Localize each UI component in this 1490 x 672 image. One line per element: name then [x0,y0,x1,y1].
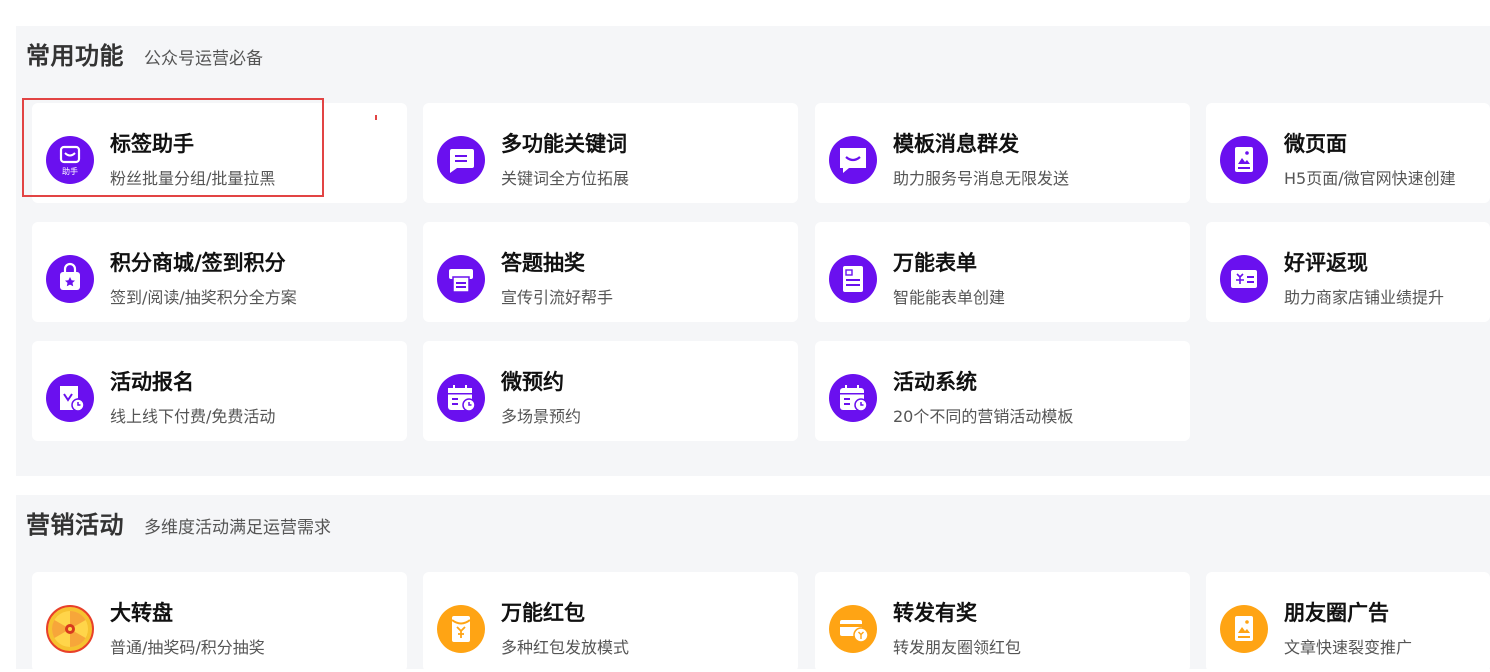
card-event-system[interactable]: 活动系统 20个不同的营销活动模板 [815,341,1190,441]
card-title: 微页面 [1284,132,1347,156]
card-quiz-lottery[interactable]: 答题抽奖 宣传引流好帮手 [423,222,798,322]
page-image-icon [1220,136,1268,184]
card-title: 微预约 [501,370,564,394]
card-desc: 多种红包发放模式 [501,638,630,657]
card-desc: 普通/抽奖码/积分抽奖 [110,638,265,657]
card-desc: 20个不同的营销活动模板 [893,407,1074,426]
section-title: 常用功能 [26,42,124,70]
chat-keyword-icon [437,136,485,184]
card-event-signup[interactable]: 活动报名 线上线下付费/免费活动 [32,341,407,441]
section-subtitle: 公众号运营必备 [144,49,263,69]
card-title: 答题抽奖 [501,251,585,275]
card-micro-page[interactable]: 微页面 H5页面/微官网快速创建 [1206,103,1490,203]
card-desc: H5页面/微官网快速创建 [1284,169,1456,188]
card-review-cashback[interactable]: 好评返现 助力商家店铺业绩提升 [1206,222,1490,322]
section-header: 营销活动 多维度活动满足运营需求 [26,505,331,539]
svg-text:助手: 助手 [62,166,78,176]
card-desc: 关键词全方位拓展 [501,169,630,188]
card-title: 大转盘 [110,601,173,625]
page-image-icon [1220,605,1268,653]
card-desc: 转发朋友圈领红包 [893,638,1022,657]
section-title: 营销活动 [26,511,124,539]
card-title: 万能红包 [501,601,585,625]
card-desc: 文章快速裂变推广 [1284,638,1413,657]
card-moments-ad[interactable]: 朋友圈广告 文章快速裂变推广 [1206,572,1490,672]
card-title: 模板消息群发 [893,132,1019,156]
shopping-bag-star-icon [46,255,94,303]
card-desc: 助力服务号消息无限发送 [893,169,1070,188]
card-desc: 智能能表单创建 [893,288,1006,307]
card-title: 多功能关键词 [501,132,627,156]
card-title: 朋友圈广告 [1284,601,1389,625]
card-desc: 线上线下付费/免费活动 [110,407,276,426]
card-title: 转发有奖 [893,601,977,625]
card-points-mall[interactable]: 积分商城/签到积分 签到/阅读/抽奖积分全方案 [32,222,407,322]
message-smile-icon [829,136,877,184]
card-title: 积分商城/签到积分 [110,251,286,275]
section-header: 常用功能 公众号运营必备 [26,36,263,70]
card-universal-form[interactable]: 万能表单 智能能表单创建 [815,222,1190,322]
card-multi-keyword[interactable]: 多功能关键词 关键词全方位拓展 [423,103,798,203]
card-micro-booking[interactable]: 微预约 多场景预约 [423,341,798,441]
card-title: 万能表单 [893,251,977,275]
card-title: 活动报名 [110,370,194,394]
signup-clock-icon [46,374,94,422]
card-desc: 宣传引流好帮手 [501,288,614,307]
card-desc: 粉丝批量分组/批量拉黑 [110,169,276,188]
red-envelope-yen-icon [437,605,485,653]
tag-helper-icon: 助手 [46,136,94,184]
card-universal-red-packet[interactable]: 万能红包 多种红包发放模式 [423,572,798,672]
card-prize-wheel[interactable]: 大转盘 普通/抽奖码/积分抽奖 [32,572,407,672]
card-desc: 助力商家店铺业绩提升 [1284,288,1445,307]
card-tag-helper[interactable]: 助手 标签助手 粉丝批量分组/批量拉黑 [32,103,407,203]
printer-quiz-icon [437,255,485,303]
prize-wheel-icon [46,605,94,653]
card-share-reward[interactable]: 转发有奖 转发朋友圈领红包 [815,572,1190,672]
card-title: 标签助手 [110,132,194,156]
gift-card-icon [1220,255,1268,303]
card-desc: 多场景预约 [501,407,582,426]
form-document-icon [829,255,877,303]
card-title: 好评返现 [1284,251,1368,275]
card-template-message[interactable]: 模板消息群发 助力服务号消息无限发送 [815,103,1190,203]
card-title: 活动系统 [893,370,977,394]
red-marker [375,115,377,120]
section-subtitle: 多维度活动满足运营需求 [144,518,331,538]
card-desc: 签到/阅读/抽奖积分全方案 [110,288,297,307]
calendar-clock-icon [437,374,485,422]
card-yen-icon [829,605,877,653]
calendar-clock-icon [829,374,877,422]
